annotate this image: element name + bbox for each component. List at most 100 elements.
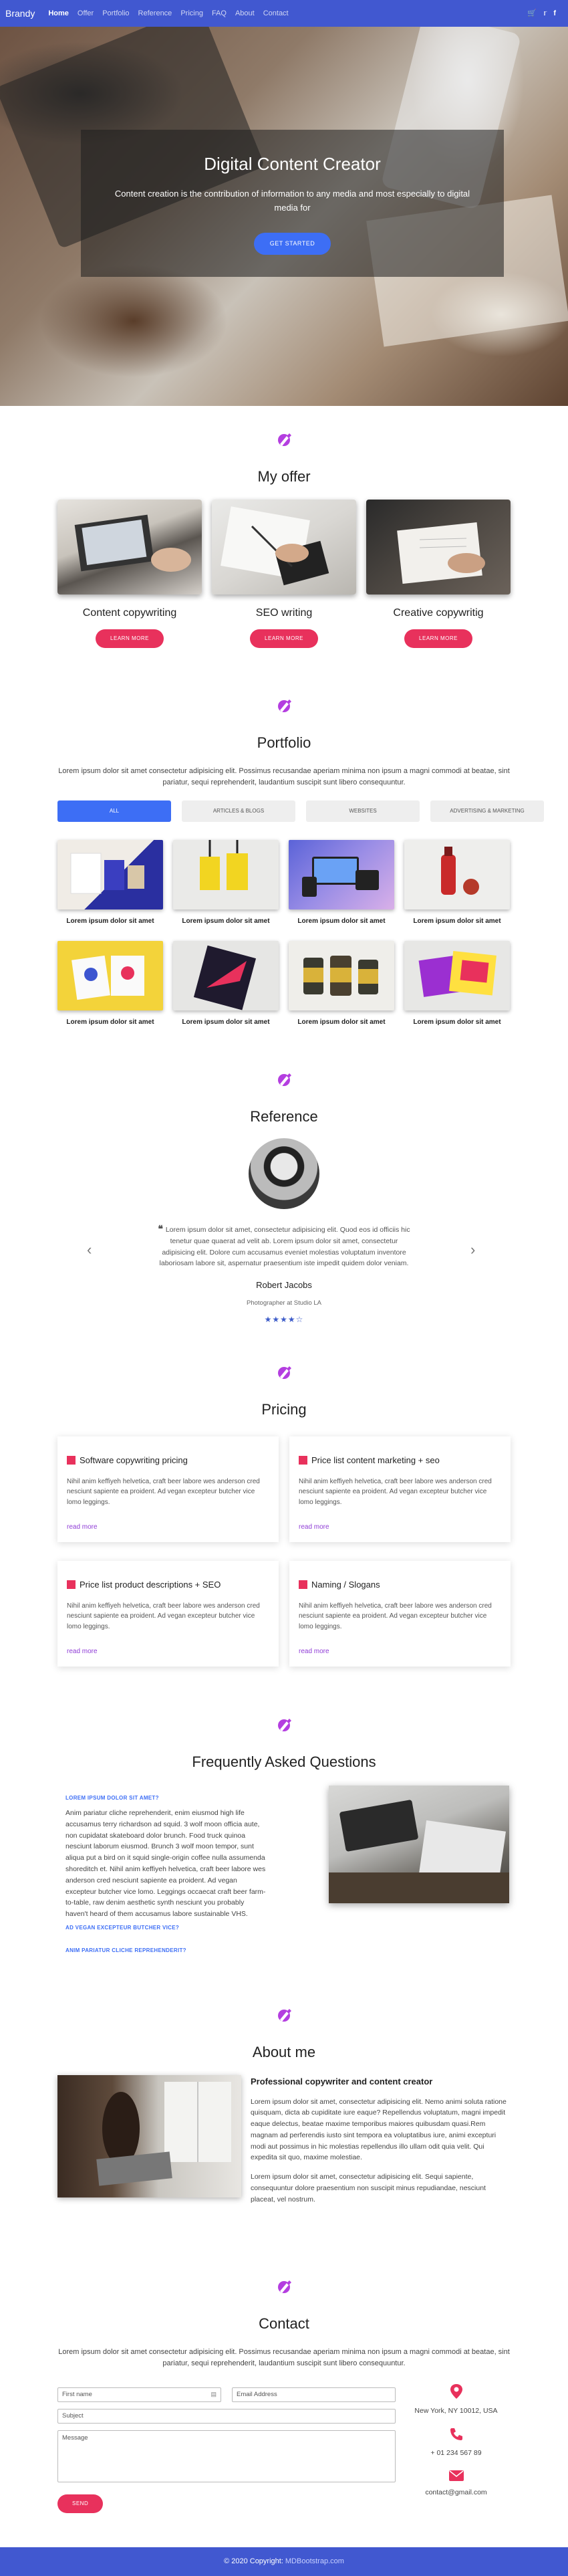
about-paragraph: Lorem ipsum dolor sit amet, consectetur …	[251, 2173, 486, 2204]
read-more-link[interactable]: read more	[299, 1646, 501, 1656]
subject-field[interactable]: Subject	[57, 2409, 396, 2424]
email-item: contact@gmail.com	[401, 2470, 511, 2498]
map-marker-icon	[450, 2384, 462, 2399]
pricing-card: Price list product descriptions + SEO Ni…	[57, 1561, 279, 1667]
faq-question-1[interactable]: LOREM IPSUM DOLOR SIT AMET?	[65, 1794, 266, 1802]
portfolio-item[interactable]: Lorem ipsum dolor sit amet	[173, 941, 279, 1027]
filter-advertising[interactable]: ADVERTISING & MARKETING	[430, 800, 544, 822]
about-section: About me	[0, 2002, 568, 2063]
offer-card-title: SEO writing	[255, 607, 313, 619]
reference-section: Reference ❝ Lorem ipsum dolor sit amet, …	[0, 1067, 568, 1325]
pricing-card-text: Nihil anim keffiyeh helvetica, craft bee…	[67, 1477, 260, 1506]
testimonial-role: Photographer at Studio LA	[247, 1299, 321, 1307]
portfolio-caption: Lorem ipsum dolor sit amet	[66, 918, 154, 925]
nav-link-home[interactable]: Home	[48, 8, 69, 19]
portfolio-caption: Lorem ipsum dolor sit amet	[182, 1018, 270, 1026]
filter-websites[interactable]: WEBSITES	[306, 800, 420, 822]
about-title: About me	[252, 2043, 316, 2060]
get-started-button[interactable]: GET STARTED	[253, 232, 331, 255]
pen-icon	[278, 433, 291, 446]
read-more-link[interactable]: read more	[67, 1646, 269, 1656]
quote-icon: ❝	[158, 1222, 166, 1234]
pricing-section: Pricing	[0, 1360, 568, 1420]
contact-info: New York, NY 10012, USA + 01 234 567 89 …	[401, 2383, 511, 2509]
footer-link[interactable]: MDBootstrap.com	[285, 2556, 344, 2567]
address-item: New York, NY 10012, USA	[401, 2383, 511, 2416]
send-button[interactable]: SEND	[57, 2494, 104, 2513]
testimonial-name: Robert Jacobs	[256, 1280, 312, 1291]
hero-title: Digital Content Creator	[204, 154, 381, 174]
offer-image-notebook	[366, 500, 511, 595]
portfolio-item[interactable]: Lorem ipsum dolor sit amet	[289, 941, 394, 1027]
nav-icons: 🛒 𝕣 f	[527, 8, 556, 19]
pricing-card-title: Price list product descriptions + SEO	[67, 1578, 269, 1592]
offer-card: Creative copywritig LEARN MORE	[366, 500, 511, 648]
contact-description: Lorem ipsum dolor sit amet consectetur a…	[58, 2347, 510, 2368]
pen-icon	[278, 1719, 291, 1731]
portfolio-item[interactable]: Lorem ipsum dolor sit amet	[404, 941, 510, 1027]
rating-stars: ★★★★☆	[264, 1315, 304, 1325]
phone-text: + 01 234 567 89	[430, 2448, 482, 2457]
nav-link-faq[interactable]: FAQ	[212, 8, 227, 19]
learn-more-button[interactable]: LEARN MORE	[96, 629, 164, 648]
portfolio-caption: Lorem ipsum dolor sit amet	[66, 1018, 154, 1026]
portfolio-item[interactable]: Lorem ipsum dolor sit amet	[173, 840, 279, 926]
faq-question-2[interactable]: AD VEGAN EXCEPTEUR BUTCHER VICE?	[65, 1924, 266, 1932]
contact-card-icon: ▤	[210, 2391, 217, 2398]
nav-link-about[interactable]: About	[235, 8, 255, 19]
pricing-grid: Software copywriting pricing Nihil anim …	[57, 1436, 511, 1667]
portfolio-image	[404, 941, 510, 1010]
nav-link-pricing[interactable]: Pricing	[180, 8, 203, 19]
filter-all[interactable]: ALL	[57, 800, 171, 822]
portfolio-item[interactable]: Lorem ipsum dolor sit amet	[57, 840, 163, 926]
portfolio-caption: Lorem ipsum dolor sit amet	[182, 918, 270, 925]
twitter-icon[interactable]: 𝕣	[543, 8, 547, 19]
portfolio-image	[173, 941, 279, 1010]
about-paragraph: Lorem ipsum dolor sit amet, consectetur …	[251, 2097, 507, 2162]
chevron-left-icon[interactable]: ‹	[87, 1239, 92, 1261]
contact-section: Contact Lorem ipsum dolor sit amet conse…	[0, 2274, 568, 2370]
pen-icon	[278, 1073, 291, 1086]
faq-accordion: LOREM IPSUM DOLOR SIT AMET? Anim pariatu…	[65, 1794, 266, 1955]
testimonial-quote: ❝ Lorem ipsum dolor sit amet, consectetu…	[158, 1222, 410, 1268]
nav-link-offer[interactable]: Offer	[78, 8, 94, 19]
portfolio-item[interactable]: Lorem ipsum dolor sit amet	[404, 840, 510, 926]
brand-logo[interactable]: Brandy	[5, 7, 35, 21]
portfolio-image	[173, 840, 279, 909]
pen-icon	[278, 2009, 291, 2022]
read-more-link[interactable]: read more	[67, 1522, 269, 1532]
cart-icon[interactable]: 🛒	[527, 8, 537, 19]
filter-articles[interactable]: ARTICLES & BLOGS	[182, 800, 295, 822]
offer-title: My offer	[257, 467, 311, 485]
nav-link-portfolio[interactable]: Portfolio	[102, 8, 129, 19]
email-text: contact@gmail.com	[425, 2488, 487, 2496]
portfolio-image	[57, 941, 163, 1010]
email-field[interactable]: Email Address	[232, 2387, 396, 2402]
pen-icon	[278, 2280, 291, 2293]
portfolio-item[interactable]: Lorem ipsum dolor sit amet	[289, 840, 394, 926]
nav-link-reference[interactable]: Reference	[138, 8, 172, 19]
offer-section: My offer	[0, 427, 568, 488]
portfolio-image	[404, 840, 510, 909]
portfolio-item[interactable]: Lorem ipsum dolor sit amet	[57, 941, 163, 1027]
read-more-link[interactable]: read more	[299, 1522, 501, 1532]
envelope-icon	[448, 2470, 464, 2481]
pricing-card: Naming / Slogans Nihil anim keffiyeh hel…	[289, 1561, 511, 1667]
chevron-right-icon[interactable]: ›	[470, 1239, 475, 1261]
faq-answer-1: Anim pariatur cliche reprehenderit, enim…	[65, 1809, 266, 1919]
learn-more-button[interactable]: LEARN MORE	[250, 629, 318, 648]
about-image	[57, 2075, 241, 2197]
facebook-icon[interactable]: f	[553, 8, 556, 19]
first-name-field[interactable]: First name ▤	[57, 2387, 221, 2402]
faq-image	[329, 1786, 509, 1903]
portfolio-caption: Lorem ipsum dolor sit amet	[413, 918, 501, 925]
pricing-card-title: Naming / Slogans	[299, 1578, 501, 1592]
faq-question-3[interactable]: ANIM PARIATUR CLICHE REPREHENDERIT?	[65, 1947, 266, 1955]
message-field[interactable]: Message	[57, 2430, 396, 2482]
footer: © 2020 Copyright: MDBootstrap.com	[0, 2547, 568, 2576]
nav-link-contact[interactable]: Contact	[263, 8, 289, 19]
portfolio-grid: Lorem ipsum dolor sit amet Lorem ipsum d…	[57, 840, 510, 1027]
learn-more-button[interactable]: LEARN MORE	[404, 629, 472, 648]
offer-card-title: Creative copywritig	[393, 607, 484, 619]
portfolio-caption: Lorem ipsum dolor sit amet	[413, 1018, 501, 1026]
